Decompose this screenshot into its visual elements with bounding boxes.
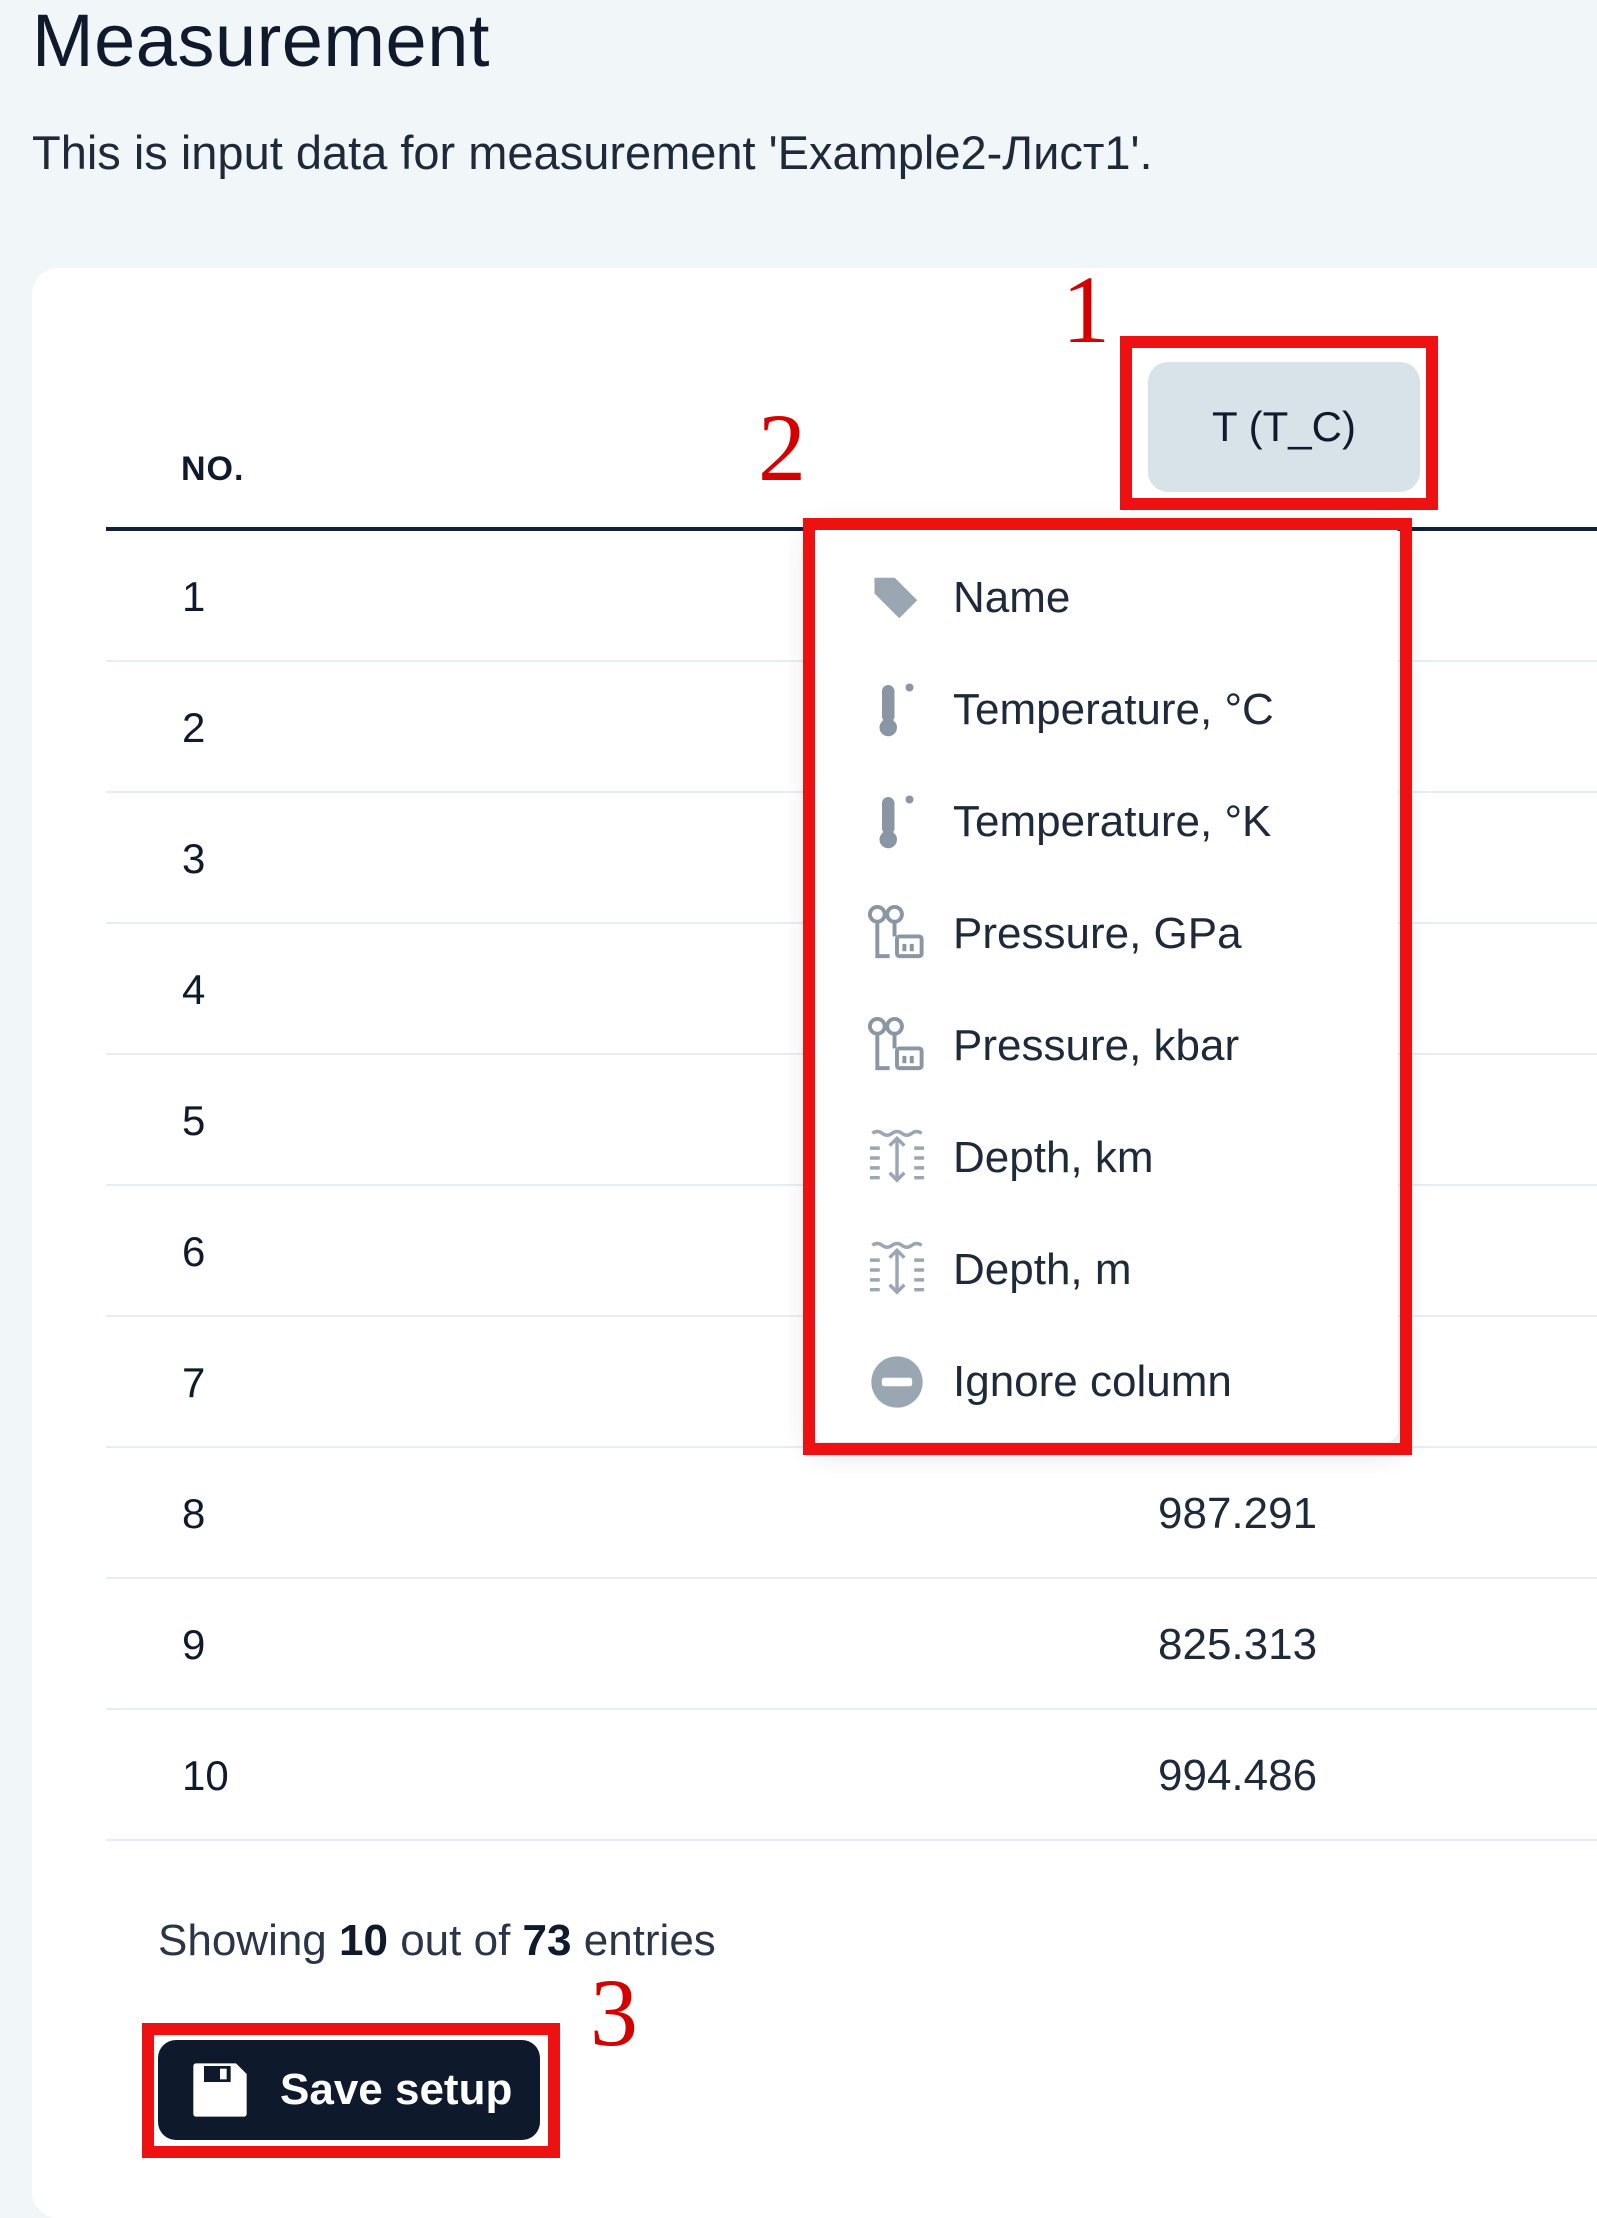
row-number: 7: [182, 1358, 206, 1406]
row-number: 5: [182, 1096, 206, 1144]
out-of-text: out of: [400, 1916, 511, 1965]
row-number: 2: [182, 703, 206, 751]
row-number: 10: [182, 1751, 229, 1799]
callout-box-column-button: [1120, 336, 1438, 510]
showing-prefix: Showing: [158, 1916, 327, 1965]
column-header-no: NO.: [181, 450, 245, 488]
row-number: 3: [182, 834, 206, 882]
row-number: 4: [182, 965, 206, 1013]
row-number: 6: [182, 1227, 206, 1275]
table-row: 9 825.313: [106, 1579, 1597, 1710]
callout-label-1: 1: [1062, 256, 1110, 363]
row-value: 825.313: [1158, 1619, 1318, 1669]
page-title: Measurement: [32, 0, 490, 82]
table-row: 8 987.291: [106, 1448, 1597, 1579]
row-value: 987.291: [1158, 1488, 1318, 1538]
row-value: 994.486: [1158, 1750, 1318, 1800]
row-number: 8: [182, 1489, 206, 1537]
row-divider: [106, 1839, 1597, 1841]
callout-label-2: 2: [758, 394, 806, 501]
table-row: 10 994.486: [106, 1710, 1597, 1841]
page-subtitle: This is input data for measurement 'Exam…: [32, 126, 1153, 179]
row-number: 1: [182, 572, 206, 620]
entries-text: entries: [583, 1916, 716, 1965]
row-number: 9: [182, 1620, 206, 1668]
callout-box-dropdown: [803, 518, 1412, 1455]
callout-label-3: 3: [590, 1959, 638, 2066]
shown-count: 10: [339, 1916, 388, 1965]
total-count: 73: [522, 1916, 572, 1965]
callout-box-save-button: [142, 2023, 560, 2158]
